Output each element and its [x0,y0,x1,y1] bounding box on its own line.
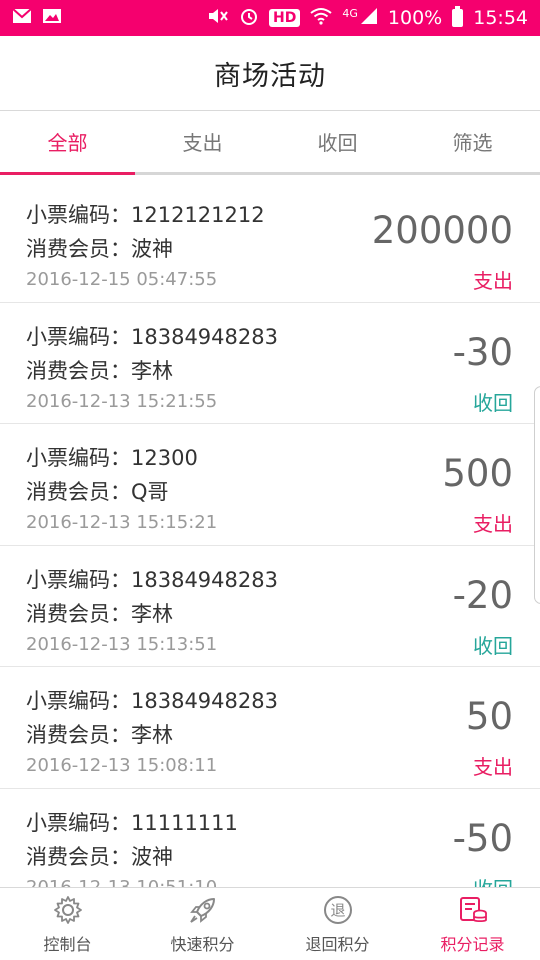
points-amount: -50 [452,816,513,860]
points-amount: 200000 [371,209,513,252]
alarm-icon [239,6,259,30]
mail-icon [12,8,32,28]
record-type: 支出 [473,755,513,779]
tab-refund[interactable]: 收回 [270,111,405,172]
records-icon [456,893,490,927]
record-type: 支出 [473,269,513,293]
receipt-code: 小票编码：18384948283 [26,324,278,349]
nav-label: 积分记录 [440,935,505,954]
nav-label: 退回积分 [305,935,370,954]
nav-label: 控制台 [43,935,92,954]
record-time: 2016-12-13 15:15:21 [26,512,218,533]
gear-icon [51,893,85,927]
receipt-code: 小票编码：1212121212 [26,203,265,227]
record-time: 2016-12-13 15:13:51 [26,633,218,655]
nav-label: 快速积分 [170,935,235,954]
battery-icon [452,6,464,27]
member-name: 消费会员：波神 [26,237,173,261]
receipt-code: 小票编码：18384948283 [26,689,278,713]
record-time: 2016-12-13 10:51:10 [26,876,218,888]
record-type: 收回 [473,873,513,888]
list-item[interactable]: 小票编码：12300 消费会员：Q哥 2016-12-13 15:15:21 5… [0,424,540,546]
member-name: 消费会员：李林 [26,601,173,626]
points-amount: 500 [442,452,513,495]
status-right: HD 4G 100% 15:54 [207,6,528,30]
record-type: 收回 [473,633,513,658]
record-time: 2016-12-15 05:47:55 [26,269,218,290]
app-header: 商场活动 [0,36,540,111]
points-amount: 50 [465,695,513,738]
tab-filter[interactable]: 筛选 [405,111,540,172]
list-item[interactable]: 小票编码：18384948283 消费会员：李林 2016-12-13 15:0… [0,667,540,789]
hd-badge: HD [269,9,301,27]
tab-bar: 全部 支出 收回 筛选 [0,111,540,175]
nav-return-points[interactable]: 退 退回积分 [270,888,405,960]
receipt-code: 小票编码：11111111 [26,810,238,835]
status-left [12,8,62,28]
return-icon-glyph: 退 [330,902,345,920]
scrollbar[interactable] [534,386,540,604]
points-amount: -30 [452,330,513,374]
return-icon: 退 [321,893,355,927]
page-title: 商场活动 [214,60,326,92]
nav-points-records[interactable]: 积分记录 [405,888,540,960]
points-amount: -20 [452,573,513,617]
rocket-icon [186,893,220,927]
tab-all[interactable]: 全部 [0,111,135,175]
record-time: 2016-12-13 15:08:11 [26,755,218,776]
member-name: 消费会员：李林 [26,358,173,383]
mute-icon [207,7,229,29]
tab-expense[interactable]: 支出 [135,111,270,172]
nav-quick-points[interactable]: 快速积分 [135,888,270,960]
signal-icon [360,7,378,29]
member-name: 消费会员：波神 [26,844,173,869]
bottom-nav: 控制台 快速积分 退 退回积分 积分记录 [0,887,540,960]
member-name: 消费会员：李林 [26,723,173,747]
record-type: 收回 [473,390,513,415]
wifi-icon [310,7,332,29]
record-time: 2016-12-13 15:21:55 [26,390,218,412]
image-icon [42,8,62,28]
list-item[interactable]: 小票编码：18384948283 消费会员：李林 2016-12-13 15:1… [0,546,540,667]
list-item[interactable]: 小票编码：1212121212 消费会员：波神 2016-12-15 05:47… [0,181,540,303]
nav-console[interactable]: 控制台 [0,888,135,960]
record-list[interactable]: 小票编码：1212121212 消费会员：波神 2016-12-15 05:47… [0,181,540,887]
record-type: 支出 [473,512,513,536]
battery-percent: 100% [387,7,443,29]
list-item[interactable]: 小票编码：18384948283 消费会员：李林 2016-12-13 15:2… [0,303,540,424]
list-item[interactable]: 小票编码：11111111 消费会员：波神 2016-12-13 10:51:1… [0,789,540,888]
network-type: 4G [342,6,358,20]
status-bar: HD 4G 100% 15:54 [0,0,540,36]
receipt-code: 小票编码：18384948283 [26,567,278,592]
member-name: 消费会员：Q哥 [26,480,169,504]
status-time: 15:54 [473,7,528,29]
receipt-code: 小票编码：12300 [26,446,198,470]
